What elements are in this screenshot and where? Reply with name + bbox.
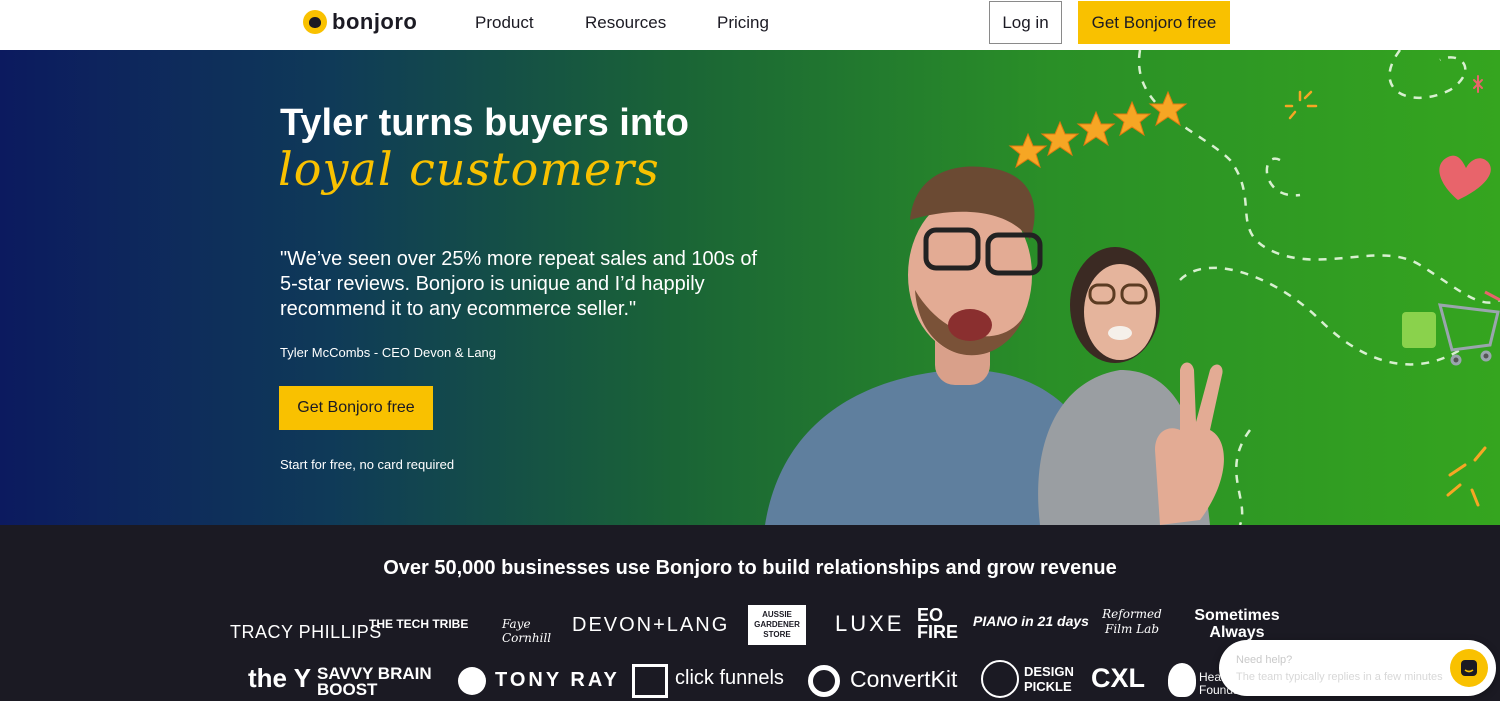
heart-icon — [1439, 155, 1491, 200]
logo-click-funnels: click funnels — [675, 667, 784, 689]
bonjoro-logo[interactable]: bonjoro — [303, 9, 417, 35]
click-funnels-icon — [632, 664, 668, 698]
logo-piano-21-days: PIANO in 21 days — [973, 613, 1089, 629]
hero-cta-button[interactable]: Get Bonjoro free — [279, 386, 433, 430]
cart-handle — [1484, 290, 1500, 302]
heart-foundation-icon — [1168, 663, 1196, 697]
hero-quote: "We’ve seen over 25% more repeat sales a… — [280, 248, 758, 320]
hero-section: Tyler turns buyers into loyal customers … — [0, 50, 1500, 525]
sparkle-icon — [1473, 75, 1483, 93]
convertkit-icon — [808, 665, 840, 697]
logo-eo-fire: EO FIRE — [917, 605, 959, 642]
tony-ray-icon — [458, 667, 486, 695]
chat-widget[interactable]: Need help? The team typically replies in… — [1219, 640, 1496, 696]
top-nav: bonjoro Product Resources Pricing Log in… — [0, 0, 1500, 50]
logo-faye-cornhill: Faye Cornhill — [502, 617, 552, 645]
logo-aussie-gardener: AUSSIE GARDENER STORE — [748, 605, 806, 645]
hero-note: Start for free, no card required — [280, 457, 455, 472]
logo-sometimes-always: Sometimes Always — [1194, 607, 1280, 641]
logo-tony-ray: TONY RAY — [495, 669, 620, 691]
chat-icon — [1461, 660, 1477, 676]
nav-pricing[interactable]: Pricing — [717, 13, 769, 33]
logo-cxl: CXL — [1091, 663, 1145, 693]
get-bonjoro-free-button[interactable]: Get Bonjoro free — [1078, 1, 1230, 44]
chat-launcher-button[interactable] — [1450, 649, 1488, 687]
logo-savvy-brain-boost: SAVVY BRAIN BOOST — [317, 664, 432, 699]
nav-product[interactable]: Product — [475, 13, 534, 33]
chat-title: Need help? — [1236, 654, 1293, 666]
logo-tracy-phillips: TRACY PHILLIPS — [230, 622, 382, 642]
shopping-cart-icon — [1437, 303, 1500, 366]
shopping-bag-icon — [1402, 312, 1436, 348]
logo-reformed-film-lab: Reformed Film Lab — [1102, 607, 1162, 636]
hero-title: Tyler turns buyers into — [280, 102, 689, 144]
logo-tech-tribe: THE TECH TRIBE — [369, 617, 469, 631]
hero-author: Tyler McCombs - CEO Devon & Lang — [280, 345, 497, 360]
sparkle-icon — [1446, 446, 1487, 507]
logo-the-y: the Y — [248, 663, 312, 693]
logo-devon-lang: DEVON+LANG — [572, 614, 730, 636]
doodle-line — [1235, 429, 1252, 525]
logo-convertkit: ConvertKit — [850, 666, 958, 692]
hero-illustration — [765, 50, 1500, 525]
login-button[interactable]: Log in — [989, 1, 1062, 44]
hero-script-title: loyal customers — [278, 142, 660, 196]
logo-design-pickle: DESIGN PICKLE — [1024, 664, 1074, 694]
sparkle-icon — [1284, 90, 1318, 120]
chat-subtitle: The team typically replies in a few minu… — [1236, 671, 1443, 683]
bonjoro-logo-icon — [303, 10, 327, 34]
logos-heading: Over 50,000 businesses use Bonjoro to bu… — [383, 557, 1117, 579]
logo-luxe: LUXE — [835, 611, 905, 636]
doodle-line — [1388, 50, 1467, 100]
five-stars-icon — [1008, 90, 1188, 169]
customer-photo — [1038, 247, 1224, 525]
logo-text: bonjoro — [332, 9, 418, 34]
nav-resources[interactable]: Resources — [585, 13, 666, 33]
doodle-line — [1265, 157, 1301, 197]
design-pickle-icon — [981, 660, 1019, 698]
